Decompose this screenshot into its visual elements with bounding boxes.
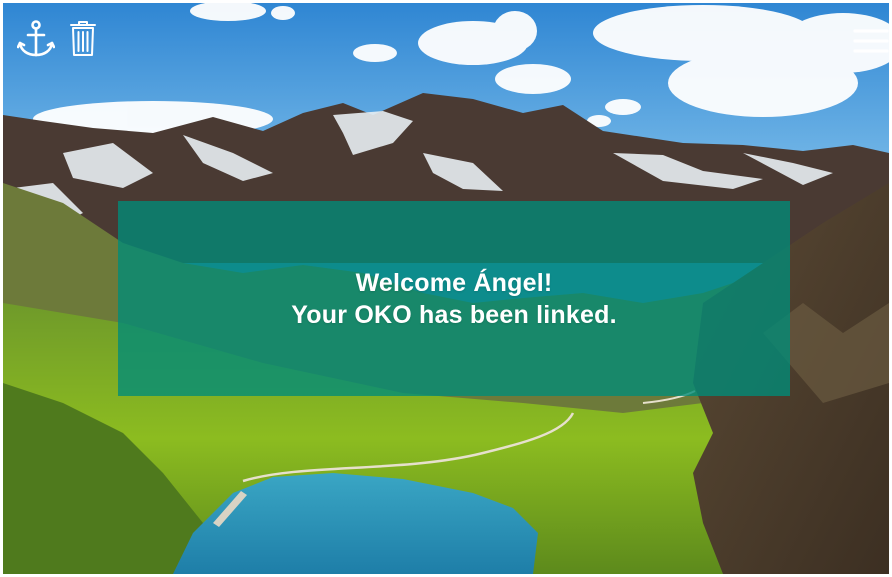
trash-icon[interactable] (69, 20, 97, 58)
app-screen: Welcome Ángel! Your OKO has been linked. (3, 3, 889, 574)
anchor-icon[interactable] (17, 19, 55, 59)
welcome-greeting: Welcome Ángel! (355, 268, 553, 297)
menu-icon[interactable] (851, 23, 889, 59)
link-confirmation-text: Your OKO has been linked. (291, 300, 617, 329)
welcome-message-panel: Welcome Ángel! Your OKO has been linked. (118, 201, 790, 396)
